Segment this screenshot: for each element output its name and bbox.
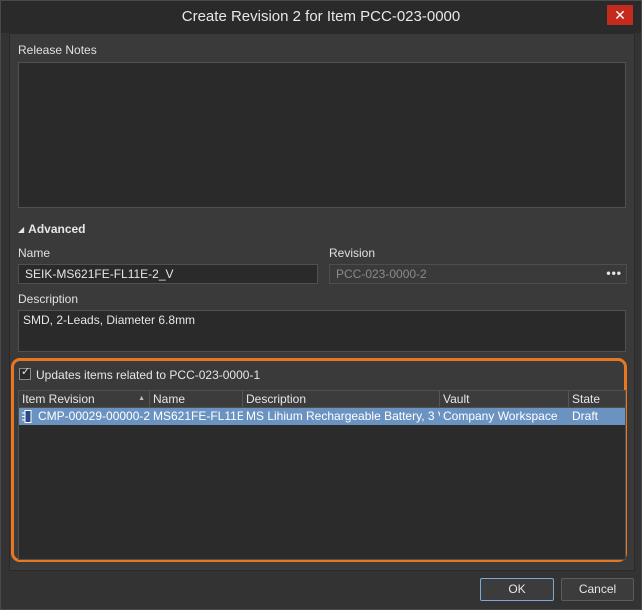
close-icon: ✕ [614, 7, 626, 23]
column-item-revision-label: Item Revision [22, 392, 95, 406]
release-notes-label: Release Notes [18, 43, 97, 57]
cell-vault: Company Workspace [443, 409, 558, 423]
column-vault[interactable]: Vault [440, 391, 569, 407]
advanced-label: Advanced [28, 222, 86, 236]
cell-description: MS Lihium Rechargeable Battery, 3 V, [246, 409, 440, 423]
revision-field: PCC-023-0000-2 ••• [329, 264, 627, 284]
column-name[interactable]: Name [150, 391, 243, 407]
collapse-triangle-icon: ◢ [18, 225, 25, 234]
checkmark-icon: ✓ [21, 366, 31, 378]
description-field[interactable]: SMD, 2-Leads, Diameter 6.8mm [18, 310, 626, 352]
create-revision-dialog: Create Revision 2 for Item PCC-023-0000 … [0, 0, 642, 610]
revision-value: PCC-023-0000-2 [336, 267, 427, 281]
close-button[interactable]: ✕ [607, 5, 633, 25]
component-icon [22, 410, 32, 423]
revision-label: Revision [329, 246, 376, 260]
description-label: Description [18, 292, 79, 306]
cell-state: Draft [572, 409, 599, 423]
name-field[interactable]: SEIK-MS621FE-FL11E-2_V [18, 264, 318, 284]
dialog-title: Create Revision 2 for Item PCC-023-0000 [181, 8, 461, 25]
column-item-revision[interactable]: Item Revision ▲ [19, 391, 150, 407]
cell-name: MS621FE-FL11E [153, 409, 243, 423]
ok-button[interactable]: OK [480, 578, 554, 601]
grid-header: Item Revision ▲ Name Description Vault S… [19, 391, 625, 408]
advanced-toggle[interactable]: ◢ Advanced [18, 222, 86, 236]
table-row[interactable]: CMP-00029-00000-2 MS621FE-FL11E MS Lihiu… [19, 408, 625, 425]
title-bar[interactable]: Create Revision 2 for Item PCC-023-0000 … [1, 1, 641, 33]
more-options-button[interactable]: ••• [606, 266, 622, 280]
dialog-content: Release Notes ◢ Advanced Name SEIK-MS621F… [9, 33, 635, 571]
column-state[interactable]: State [569, 391, 625, 407]
column-description[interactable]: Description [243, 391, 440, 407]
updates-checkbox[interactable]: ✓ [19, 366, 31, 380]
release-notes-field[interactable] [18, 62, 626, 208]
name-label: Name [18, 246, 51, 260]
sort-ascending-icon: ▲ [138, 395, 145, 402]
cancel-button[interactable]: Cancel [561, 578, 634, 601]
related-items-grid: Item Revision ▲ Name Description Vault S… [18, 390, 626, 560]
updates-label[interactable]: Updates items related to PCC-023-0000-1 [36, 368, 260, 382]
cell-item-revision: CMP-00029-00000-2 [38, 409, 150, 423]
